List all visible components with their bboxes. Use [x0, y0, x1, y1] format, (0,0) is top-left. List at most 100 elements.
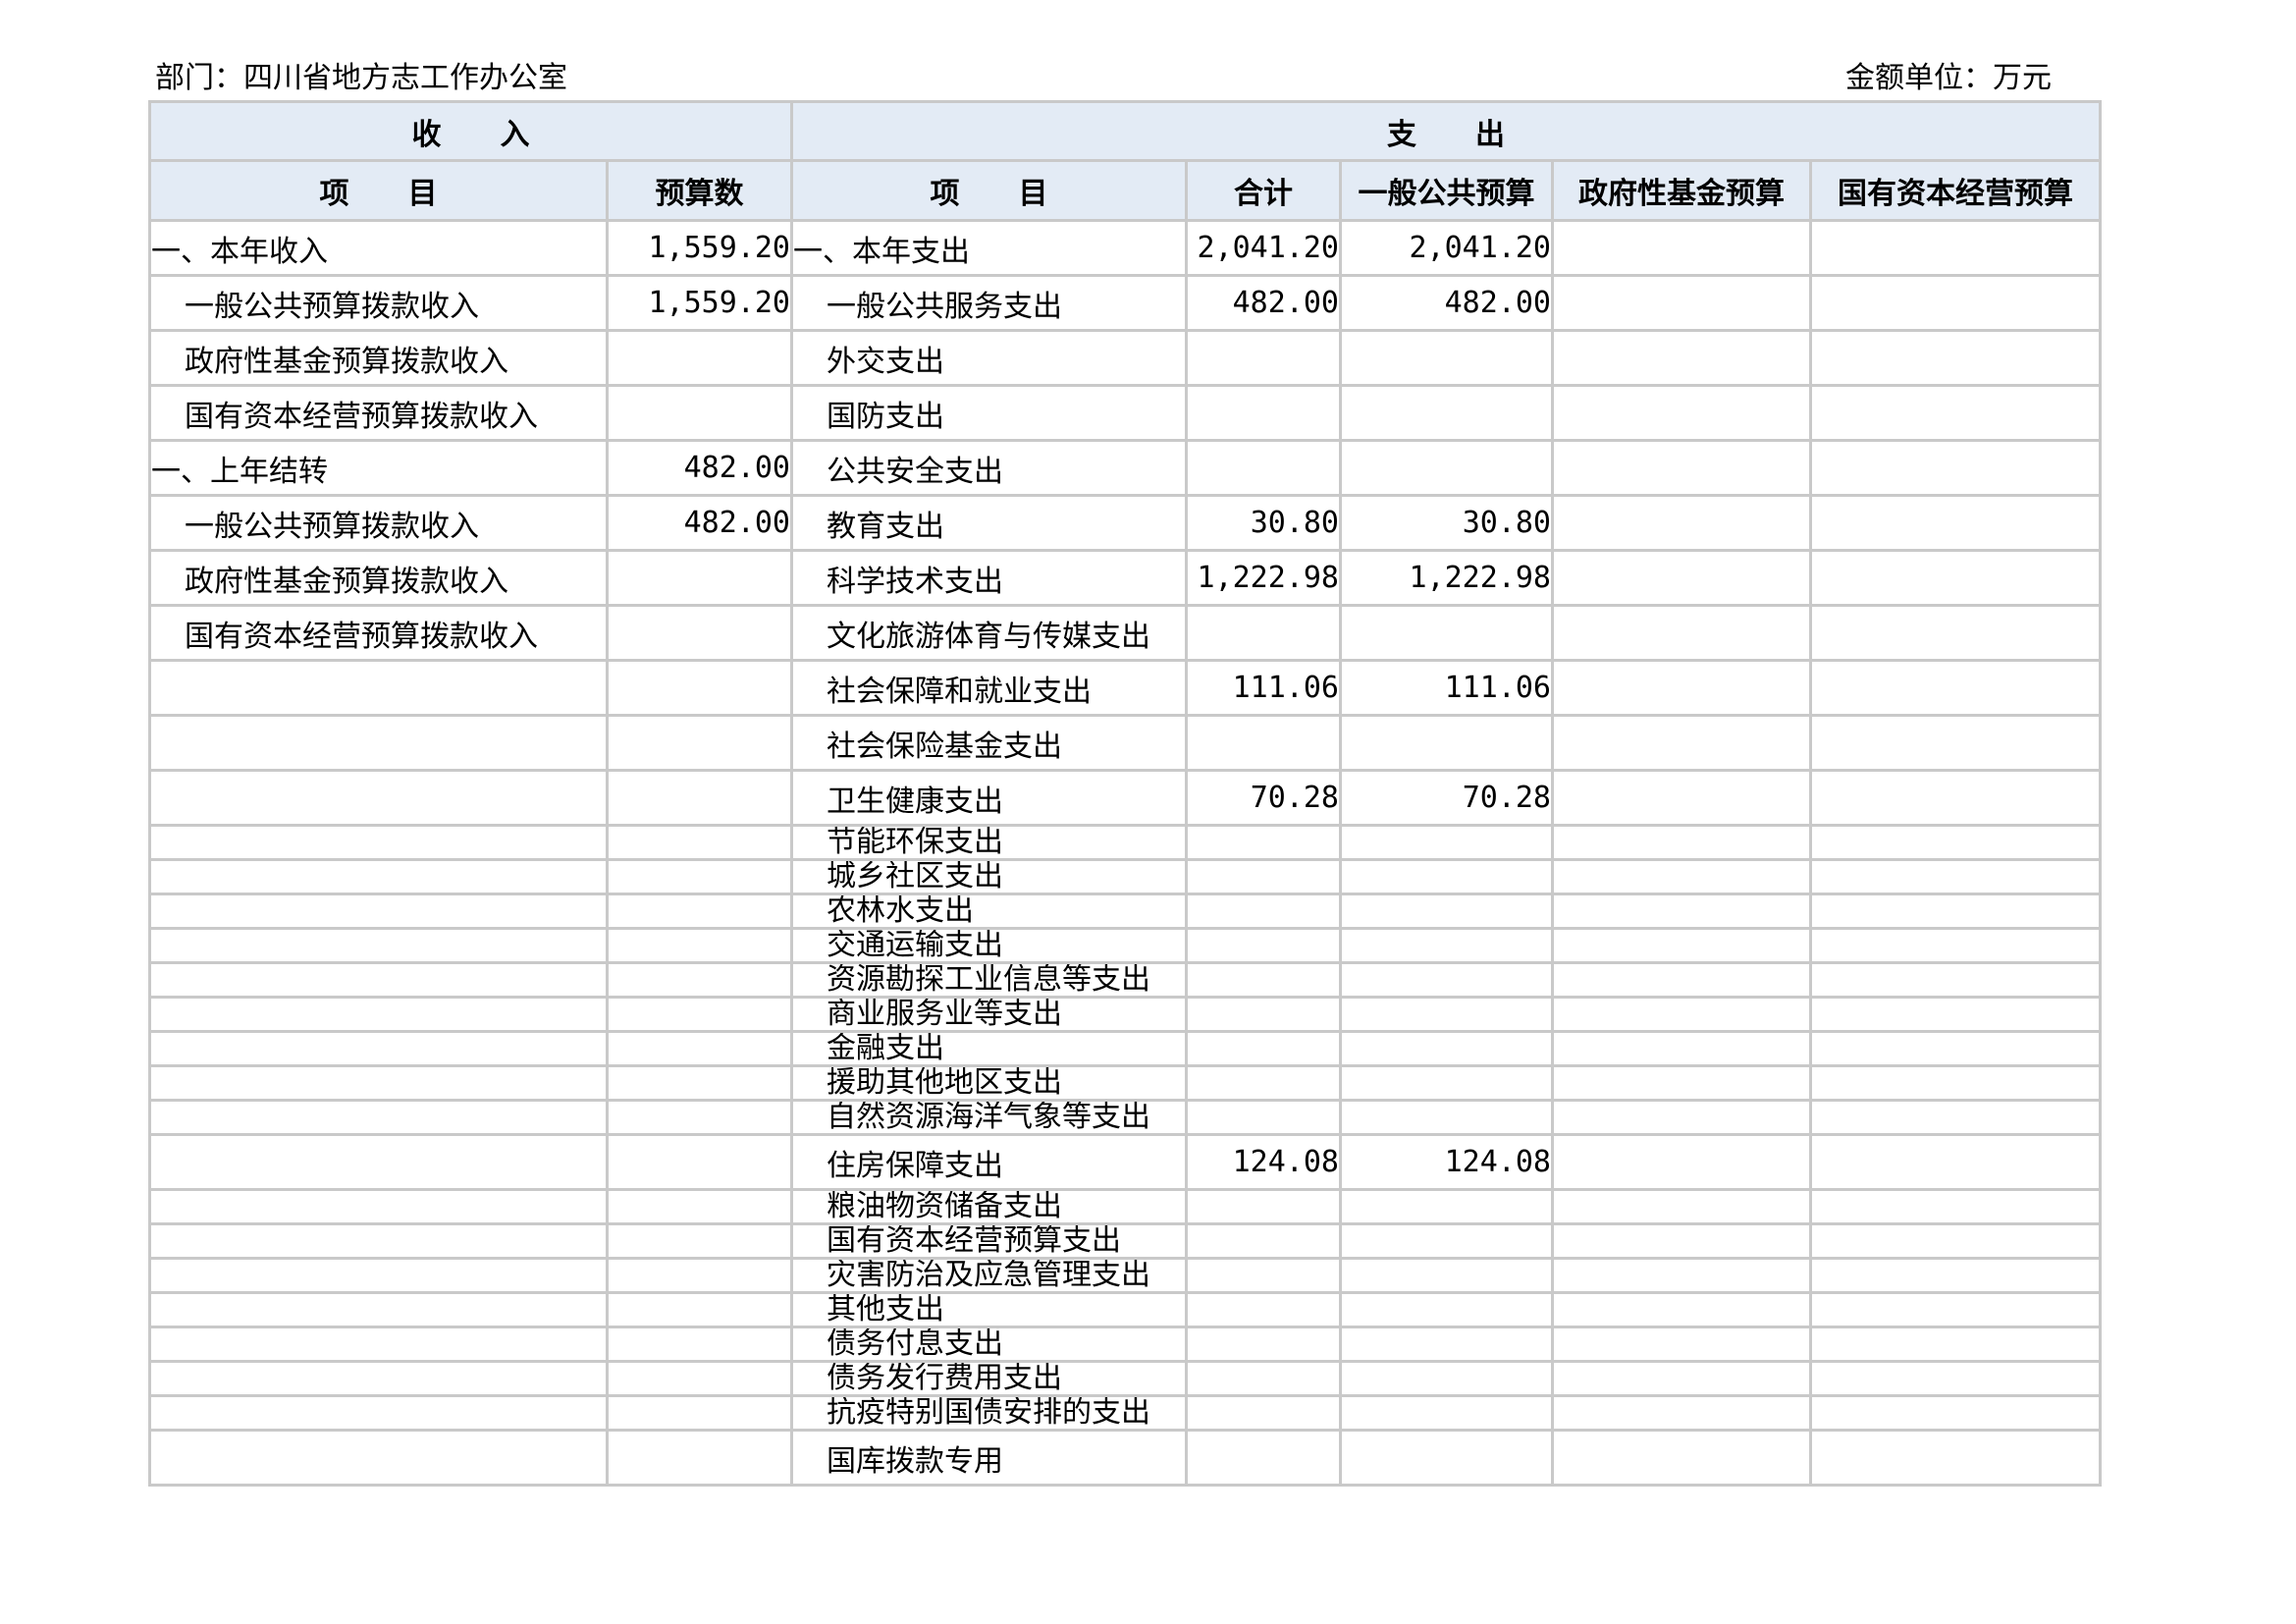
- total-cell: [1185, 1360, 1342, 1397]
- total-cell: 70.28: [1185, 769, 1342, 827]
- expense-item-cell: 社会保障和就业支出: [790, 659, 1188, 717]
- income-budget-cell: [606, 927, 793, 964]
- expense-item-cell: 公共安全支出: [790, 439, 1188, 497]
- state-capital-cell: [1808, 1326, 2103, 1363]
- table-row: 政府性基金预算拨款收入 外交支出: [148, 329, 2103, 387]
- total-cell: [1185, 384, 1342, 442]
- total-cell: [1185, 1291, 1342, 1328]
- expense-item-cell: 金融支出: [790, 1030, 1188, 1067]
- general-budget-cell: 124.08: [1339, 1133, 1554, 1191]
- fund-budget-cell: [1551, 996, 1812, 1033]
- state-capital-cell: [1808, 1257, 2103, 1294]
- expense-item-cell: 国防支出: [790, 384, 1188, 442]
- table-row: 国有资本经营预算拨款收入 国防支出: [148, 384, 2103, 442]
- income-budget-cell: [606, 996, 793, 1033]
- total-cell: [1185, 1326, 1342, 1363]
- income-budget-cell: [606, 604, 793, 662]
- income-budget-header: 预算数: [606, 159, 793, 222]
- income-item-cell: [148, 1394, 609, 1432]
- income-item-cell: 一、本年收入: [148, 219, 609, 277]
- income-item-cell: [148, 1188, 609, 1225]
- table-row: 节能环保支出: [148, 824, 2103, 861]
- fund-budget-cell: [1551, 927, 1812, 964]
- income-item-cell: 一、上年结转: [148, 439, 609, 497]
- table-row: 政府性基金预算拨款收入 科学技术支出 1,222.98 1,222.98: [148, 549, 2103, 607]
- table-row: 债务发行费用支出: [148, 1360, 2103, 1397]
- fund-budget-cell: [1551, 1394, 1812, 1432]
- total-cell: 1,222.98: [1185, 549, 1342, 607]
- table-row: 社会保障和就业支出 111.06 111.06: [148, 659, 2103, 717]
- expense-item-cell: 外交支出: [790, 329, 1188, 387]
- expense-item-cell: 住房保障支出: [790, 1133, 1188, 1191]
- income-budget-cell: 482.00: [606, 494, 793, 552]
- expense-item-cell: 城乡社区支出: [790, 858, 1188, 895]
- fund-budget-cell: [1551, 961, 1812, 999]
- general-budget-cell: [1339, 927, 1554, 964]
- income-budget-cell: [606, 1030, 793, 1067]
- table-row: 金融支出: [148, 1030, 2103, 1067]
- income-budget-cell: [606, 714, 793, 772]
- income-budget-cell: [606, 384, 793, 442]
- income-budget-cell: 1,559.20: [606, 274, 793, 332]
- general-budget-cell: [1339, 384, 1554, 442]
- income-section-header: 收 入: [148, 100, 793, 162]
- total-cell: [1185, 1394, 1342, 1432]
- fund-budget-cell: [1551, 604, 1812, 662]
- table-row: 一、上年结转 482.00 公共安全支出: [148, 439, 2103, 497]
- unit-label: 金额单位：万元: [1845, 61, 2052, 95]
- income-budget-cell: [606, 1326, 793, 1363]
- income-budget-cell: [606, 1360, 793, 1397]
- general-budget-cell: [1339, 604, 1554, 662]
- general-budget-cell: [1339, 996, 1554, 1033]
- total-cell: [1185, 1222, 1342, 1260]
- expense-item-cell: 国有资本经营预算支出: [790, 1222, 1188, 1260]
- state-capital-cell: [1808, 1030, 2103, 1067]
- table-row: 交通运输支出: [148, 927, 2103, 964]
- income-budget-cell: 482.00: [606, 439, 793, 497]
- income-item-cell: [148, 1222, 609, 1260]
- expense-item-cell: 粮油物资储备支出: [790, 1188, 1188, 1225]
- income-item-cell: [148, 659, 609, 717]
- general-budget-cell: 111.06: [1339, 659, 1554, 717]
- table-row: 债务付息支出: [148, 1326, 2103, 1363]
- general-budget-cell: [1339, 858, 1554, 895]
- general-budget-cell: [1339, 893, 1554, 930]
- general-budget-cell: [1339, 714, 1554, 772]
- fund-budget-cell: [1551, 1099, 1812, 1136]
- total-cell: 482.00: [1185, 274, 1342, 332]
- income-item-cell: [148, 769, 609, 827]
- expense-item-cell: 自然资源海洋气象等支出: [790, 1099, 1188, 1136]
- fund-budget-cell: [1551, 659, 1812, 717]
- general-budget-cell: [1339, 1222, 1554, 1260]
- fund-budget-cell: [1551, 219, 1812, 277]
- fund-budget-cell: [1551, 1030, 1812, 1067]
- expense-item-cell: 社会保险基金支出: [790, 714, 1188, 772]
- total-cell: [1185, 1188, 1342, 1225]
- fund-budget-cell: [1551, 893, 1812, 930]
- income-item-cell: [148, 893, 609, 930]
- general-budget-cell: [1339, 329, 1554, 387]
- income-item-cell: [148, 1429, 609, 1487]
- table-row: 其他支出: [148, 1291, 2103, 1328]
- total-cell: [1185, 927, 1342, 964]
- state-capital-cell: [1808, 329, 2103, 387]
- income-budget-cell: [606, 893, 793, 930]
- income-budget-cell: [606, 1394, 793, 1432]
- table-row: 商业服务业等支出: [148, 996, 2103, 1033]
- table-row: 卫生健康支出 70.28 70.28: [148, 769, 2103, 827]
- table-row: 社会保险基金支出: [148, 714, 2103, 772]
- income-item-cell: [148, 1064, 609, 1102]
- income-item-cell: 政府性基金预算拨款收入: [148, 549, 609, 607]
- income-item-cell: 一般公共预算拨款收入: [148, 494, 609, 552]
- department-label: 部门：四川省地方志工作办公室: [155, 61, 567, 95]
- income-item-cell: [148, 1326, 609, 1363]
- general-budget-cell: [1339, 1394, 1554, 1432]
- expense-item-cell: 债务发行费用支出: [790, 1360, 1188, 1397]
- state-capital-cell: [1808, 1099, 2103, 1136]
- income-item-cell: [148, 1099, 609, 1136]
- income-item-cell: [148, 714, 609, 772]
- income-item-cell: [148, 1133, 609, 1191]
- general-budget-cell: 482.00: [1339, 274, 1554, 332]
- general-budget-cell: [1339, 961, 1554, 999]
- state-capital-cell: [1808, 219, 2103, 277]
